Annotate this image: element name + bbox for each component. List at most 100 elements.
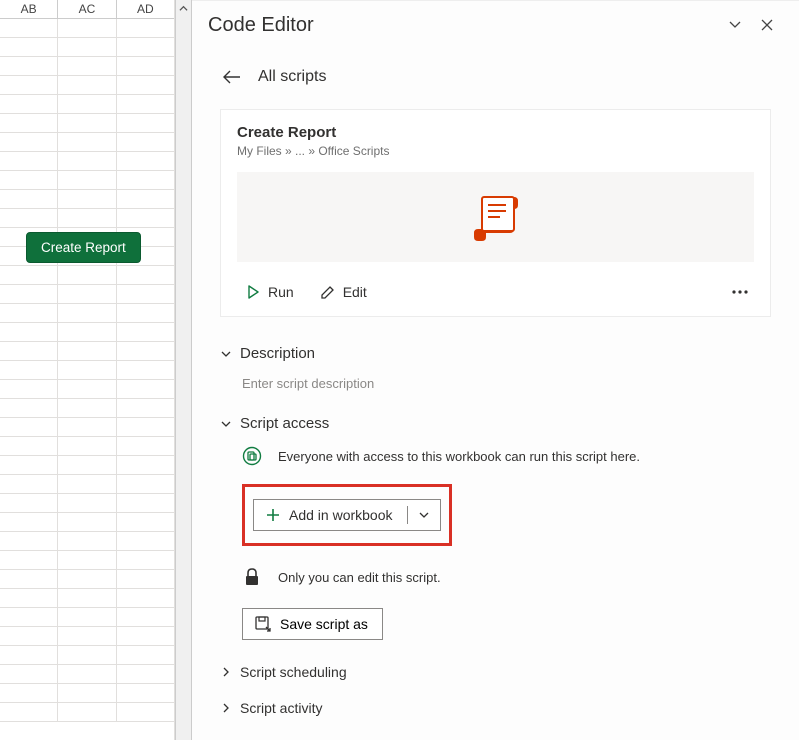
close-button[interactable] (751, 9, 783, 41)
cell[interactable] (116, 76, 174, 95)
cell[interactable] (116, 589, 174, 608)
cell[interactable] (0, 399, 57, 418)
cell[interactable] (116, 171, 174, 190)
cell[interactable] (57, 418, 115, 437)
cell[interactable] (0, 513, 57, 532)
table-row[interactable] (0, 76, 174, 95)
cell[interactable] (116, 361, 174, 380)
cell[interactable] (116, 323, 174, 342)
description-section-header[interactable]: Description (220, 345, 771, 362)
table-row[interactable] (0, 532, 174, 551)
cell[interactable] (0, 684, 57, 703)
cell[interactable] (0, 190, 57, 209)
cell[interactable] (0, 665, 57, 684)
cell[interactable] (116, 114, 174, 133)
table-row[interactable] (0, 570, 174, 589)
cell[interactable] (116, 399, 174, 418)
cell[interactable] (116, 380, 174, 399)
cell[interactable] (57, 266, 115, 285)
cell[interactable] (116, 38, 174, 57)
cell[interactable] (0, 209, 57, 228)
cell[interactable] (0, 38, 57, 57)
table-row[interactable] (0, 19, 174, 38)
cell[interactable] (57, 361, 115, 380)
cell[interactable] (57, 133, 115, 152)
cell[interactable] (57, 437, 115, 456)
cell[interactable] (116, 152, 174, 171)
cell[interactable] (116, 513, 174, 532)
add-in-workbook-button[interactable]: Add in workbook (253, 499, 441, 531)
cell[interactable] (116, 532, 174, 551)
cell[interactable] (0, 266, 57, 285)
table-row[interactable] (0, 418, 174, 437)
table-row[interactable] (0, 342, 174, 361)
table-row[interactable] (0, 133, 174, 152)
table-row[interactable] (0, 380, 174, 399)
cell[interactable] (57, 570, 115, 589)
cell[interactable] (116, 551, 174, 570)
column-header[interactable]: AB (0, 0, 57, 19)
cell[interactable] (57, 456, 115, 475)
script-access-section-header[interactable]: Script access (220, 415, 771, 432)
cell[interactable] (57, 399, 115, 418)
cell[interactable] (57, 532, 115, 551)
table-row[interactable] (0, 190, 174, 209)
cell[interactable] (0, 475, 57, 494)
cell[interactable] (57, 323, 115, 342)
cell[interactable] (116, 418, 174, 437)
cell[interactable] (116, 475, 174, 494)
table-row[interactable] (0, 456, 174, 475)
cell[interactable] (0, 152, 57, 171)
cell[interactable] (0, 418, 57, 437)
table-row[interactable] (0, 399, 174, 418)
cell[interactable] (116, 703, 174, 722)
cell[interactable] (57, 209, 115, 228)
table-row[interactable] (0, 323, 174, 342)
cell[interactable] (0, 323, 57, 342)
back-button[interactable] (220, 65, 244, 89)
table-row[interactable] (0, 304, 174, 323)
save-script-as-button[interactable]: Save script as (242, 608, 383, 640)
table-row[interactable] (0, 703, 174, 722)
cell[interactable] (0, 646, 57, 665)
table-row[interactable] (0, 57, 174, 76)
cell[interactable] (0, 703, 57, 722)
cell[interactable] (0, 133, 57, 152)
table-row[interactable] (0, 608, 174, 627)
cell[interactable] (0, 380, 57, 399)
cell[interactable] (116, 570, 174, 589)
description-placeholder[interactable]: Enter script description (242, 376, 771, 391)
cell[interactable] (57, 551, 115, 570)
cell[interactable] (116, 285, 174, 304)
table-row[interactable] (0, 38, 174, 57)
cell[interactable] (57, 342, 115, 361)
cell[interactable] (57, 684, 115, 703)
cell[interactable] (0, 76, 57, 95)
collapse-button[interactable] (719, 9, 751, 41)
table-row[interactable] (0, 494, 174, 513)
create-report-button[interactable]: Create Report (26, 232, 141, 263)
cell[interactable] (116, 95, 174, 114)
cell[interactable] (0, 456, 57, 475)
cell[interactable] (57, 665, 115, 684)
cell[interactable] (57, 114, 115, 133)
cell[interactable] (0, 342, 57, 361)
table-row[interactable] (0, 437, 174, 456)
cell[interactable] (57, 95, 115, 114)
cell[interactable] (0, 532, 57, 551)
cell[interactable] (0, 57, 57, 76)
cell[interactable] (57, 152, 115, 171)
table-row[interactable] (0, 266, 174, 285)
cell[interactable] (0, 608, 57, 627)
cell[interactable] (57, 627, 115, 646)
column-header[interactable]: AC (57, 0, 115, 19)
cell[interactable] (57, 304, 115, 323)
cell[interactable] (57, 646, 115, 665)
cell[interactable] (0, 570, 57, 589)
cell[interactable] (57, 19, 115, 38)
cell[interactable] (116, 57, 174, 76)
cell[interactable] (116, 684, 174, 703)
cell[interactable] (116, 665, 174, 684)
run-button[interactable]: Run (237, 280, 302, 304)
more-options-button[interactable] (726, 278, 754, 306)
